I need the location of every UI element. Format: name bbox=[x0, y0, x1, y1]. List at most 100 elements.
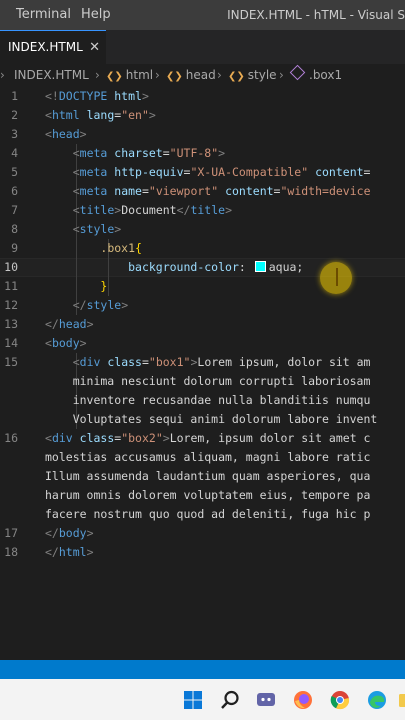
tag-icon: ❮❯ bbox=[228, 71, 245, 82]
code-token: lang bbox=[79, 108, 115, 122]
code-line[interactable]: <meta name="viewport" content="width=dev… bbox=[45, 182, 371, 201]
firefox-icon[interactable] bbox=[293, 690, 313, 710]
code-line[interactable]: <div class="box1">Lorem ipsum, dolor sit… bbox=[45, 353, 371, 372]
code-token: .box1 bbox=[100, 241, 136, 255]
code-line[interactable]: <head> bbox=[45, 125, 87, 144]
code-line[interactable]: facere nostrum quo quod ad deleniti, fug… bbox=[45, 505, 370, 524]
code-token: meta bbox=[79, 165, 108, 179]
code-line[interactable]: </body> bbox=[45, 524, 94, 543]
breadcrumb-selector-label: .box1 bbox=[309, 68, 343, 82]
breadcrumb-file[interactable]: INDEX.HTML bbox=[14, 64, 89, 86]
code-line[interactable]: background-color: aqua; bbox=[45, 258, 303, 277]
code-line[interactable]: <meta charset="UTF-8"> bbox=[45, 144, 225, 163]
teams-chat-icon[interactable] bbox=[256, 690, 276, 710]
code-line[interactable]: } bbox=[45, 277, 107, 296]
code-token: </ bbox=[72, 298, 87, 312]
line-number: 13 bbox=[4, 317, 18, 331]
code-token: <! bbox=[45, 89, 59, 103]
code-token: </ bbox=[176, 203, 191, 217]
line-number: 5 bbox=[11, 165, 18, 179]
code-line[interactable]: <div class="box2">Lorem, ipsum dolor sit… bbox=[45, 429, 370, 448]
code-line[interactable]: <style> bbox=[45, 220, 122, 239]
code-line[interactable]: <title>Document</title> bbox=[45, 201, 232, 220]
code-token: "en" bbox=[121, 108, 149, 122]
line-number: 15 bbox=[4, 355, 18, 369]
code-token: name bbox=[107, 184, 142, 198]
code-token: </ bbox=[45, 526, 59, 540]
code-line[interactable]: </head> bbox=[45, 315, 94, 334]
windows-start-icon[interactable] bbox=[183, 690, 203, 710]
code-token: > bbox=[162, 431, 170, 445]
code-token: "width=device bbox=[280, 184, 371, 198]
line-number: 11 bbox=[4, 279, 18, 293]
line-number: 1 bbox=[11, 89, 18, 103]
code-line[interactable]: <html lang="en"> bbox=[45, 106, 156, 125]
tab-bar: INDEX.HTML ✕ bbox=[0, 30, 405, 64]
edge-icon[interactable] bbox=[367, 690, 387, 710]
code-token: > bbox=[121, 298, 129, 312]
search-icon[interactable] bbox=[220, 690, 240, 710]
code-line[interactable]: .box1{ bbox=[45, 239, 142, 258]
line-number bbox=[0, 410, 18, 429]
menu-terminal[interactable]: Terminal bbox=[16, 0, 71, 30]
code-line[interactable]: </style> bbox=[45, 296, 128, 315]
code-token: < bbox=[45, 108, 52, 122]
color-swatch-icon[interactable] bbox=[254, 261, 266, 272]
menu-help[interactable]: Help bbox=[81, 0, 111, 30]
code-line[interactable]: inventore recusandae nulla blanditiis nu… bbox=[45, 391, 371, 410]
close-icon[interactable]: ✕ bbox=[89, 31, 100, 64]
code-line[interactable]: <!DOCTYPE html> bbox=[45, 87, 149, 106]
breadcrumb-selector[interactable]: .box1 bbox=[289, 64, 343, 86]
code-line[interactable]: harum omnis dolorem voluptatem eius, tem… bbox=[45, 486, 370, 505]
code-token: < bbox=[72, 203, 80, 217]
code-token: charset bbox=[107, 146, 163, 160]
chrome-icon[interactable] bbox=[330, 690, 350, 710]
code-token: "X-UA-Compatible" bbox=[190, 165, 309, 179]
tab-index-html[interactable]: INDEX.HTML ✕ bbox=[0, 30, 106, 64]
breadcrumb-head-label: head bbox=[185, 68, 216, 82]
line-number: 7 bbox=[11, 203, 18, 217]
code-token: html bbox=[107, 89, 142, 103]
chevron-right-icon: › bbox=[95, 68, 100, 82]
code-token: > bbox=[79, 336, 87, 350]
code-line[interactable]: molestias accusamus aliquam, magni labor… bbox=[45, 448, 370, 467]
tag-icon: ❮❯ bbox=[166, 71, 183, 82]
breadcrumb: › INDEX.HTML › ❮❯ html › ❮❯ head › ❮❯ style… bbox=[0, 64, 405, 86]
code-line[interactable]: <meta http-equiv = "X-UA-Compatible" conte… bbox=[45, 163, 371, 182]
breadcrumb-html[interactable]: ❮❯ html bbox=[106, 64, 153, 86]
breadcrumb-style[interactable]: ❮❯ style bbox=[228, 64, 277, 86]
code-line[interactable]: </html> bbox=[45, 543, 94, 562]
code-token: Lorem ipsum, dolor sit am bbox=[197, 355, 371, 369]
tab-label: INDEX.HTML bbox=[8, 40, 83, 54]
line-number: 4 bbox=[11, 146, 18, 160]
code-line[interactable]: Voluptates sequi animi dolorum labore in… bbox=[45, 410, 378, 429]
code-token: Document bbox=[121, 203, 177, 217]
code-token: > bbox=[79, 127, 87, 141]
code-editor[interactable]: 1 <!DOCTYPE html> 2 <html lang="en"> 3 <head>… bbox=[0, 86, 405, 660]
code-token: class bbox=[100, 355, 142, 369]
code-token: "UTF-8" bbox=[169, 146, 219, 160]
code-token: < bbox=[45, 336, 52, 350]
code-token: < bbox=[72, 146, 80, 160]
code-line[interactable]: <body> bbox=[45, 334, 87, 353]
breadcrumb-head[interactable]: ❮❯ head bbox=[166, 64, 216, 86]
line-number: 17 bbox=[4, 526, 18, 540]
code-token: "box1" bbox=[148, 355, 191, 369]
line-number: 12 bbox=[4, 298, 18, 312]
code-line[interactable]: minima nesciunt dolorum corrupti laborio… bbox=[45, 372, 371, 391]
code-token: content bbox=[308, 165, 364, 179]
code-token: < bbox=[72, 184, 80, 198]
code-line[interactable]: Illum assumenda laudantium quam asperior… bbox=[45, 467, 370, 486]
folder-icon[interactable] bbox=[399, 690, 405, 710]
code-token: } bbox=[100, 279, 108, 293]
line-number: 9 bbox=[11, 241, 18, 255]
code-token: meta bbox=[79, 146, 108, 160]
line-number: 16 bbox=[4, 431, 18, 445]
code-token: > bbox=[86, 526, 94, 540]
